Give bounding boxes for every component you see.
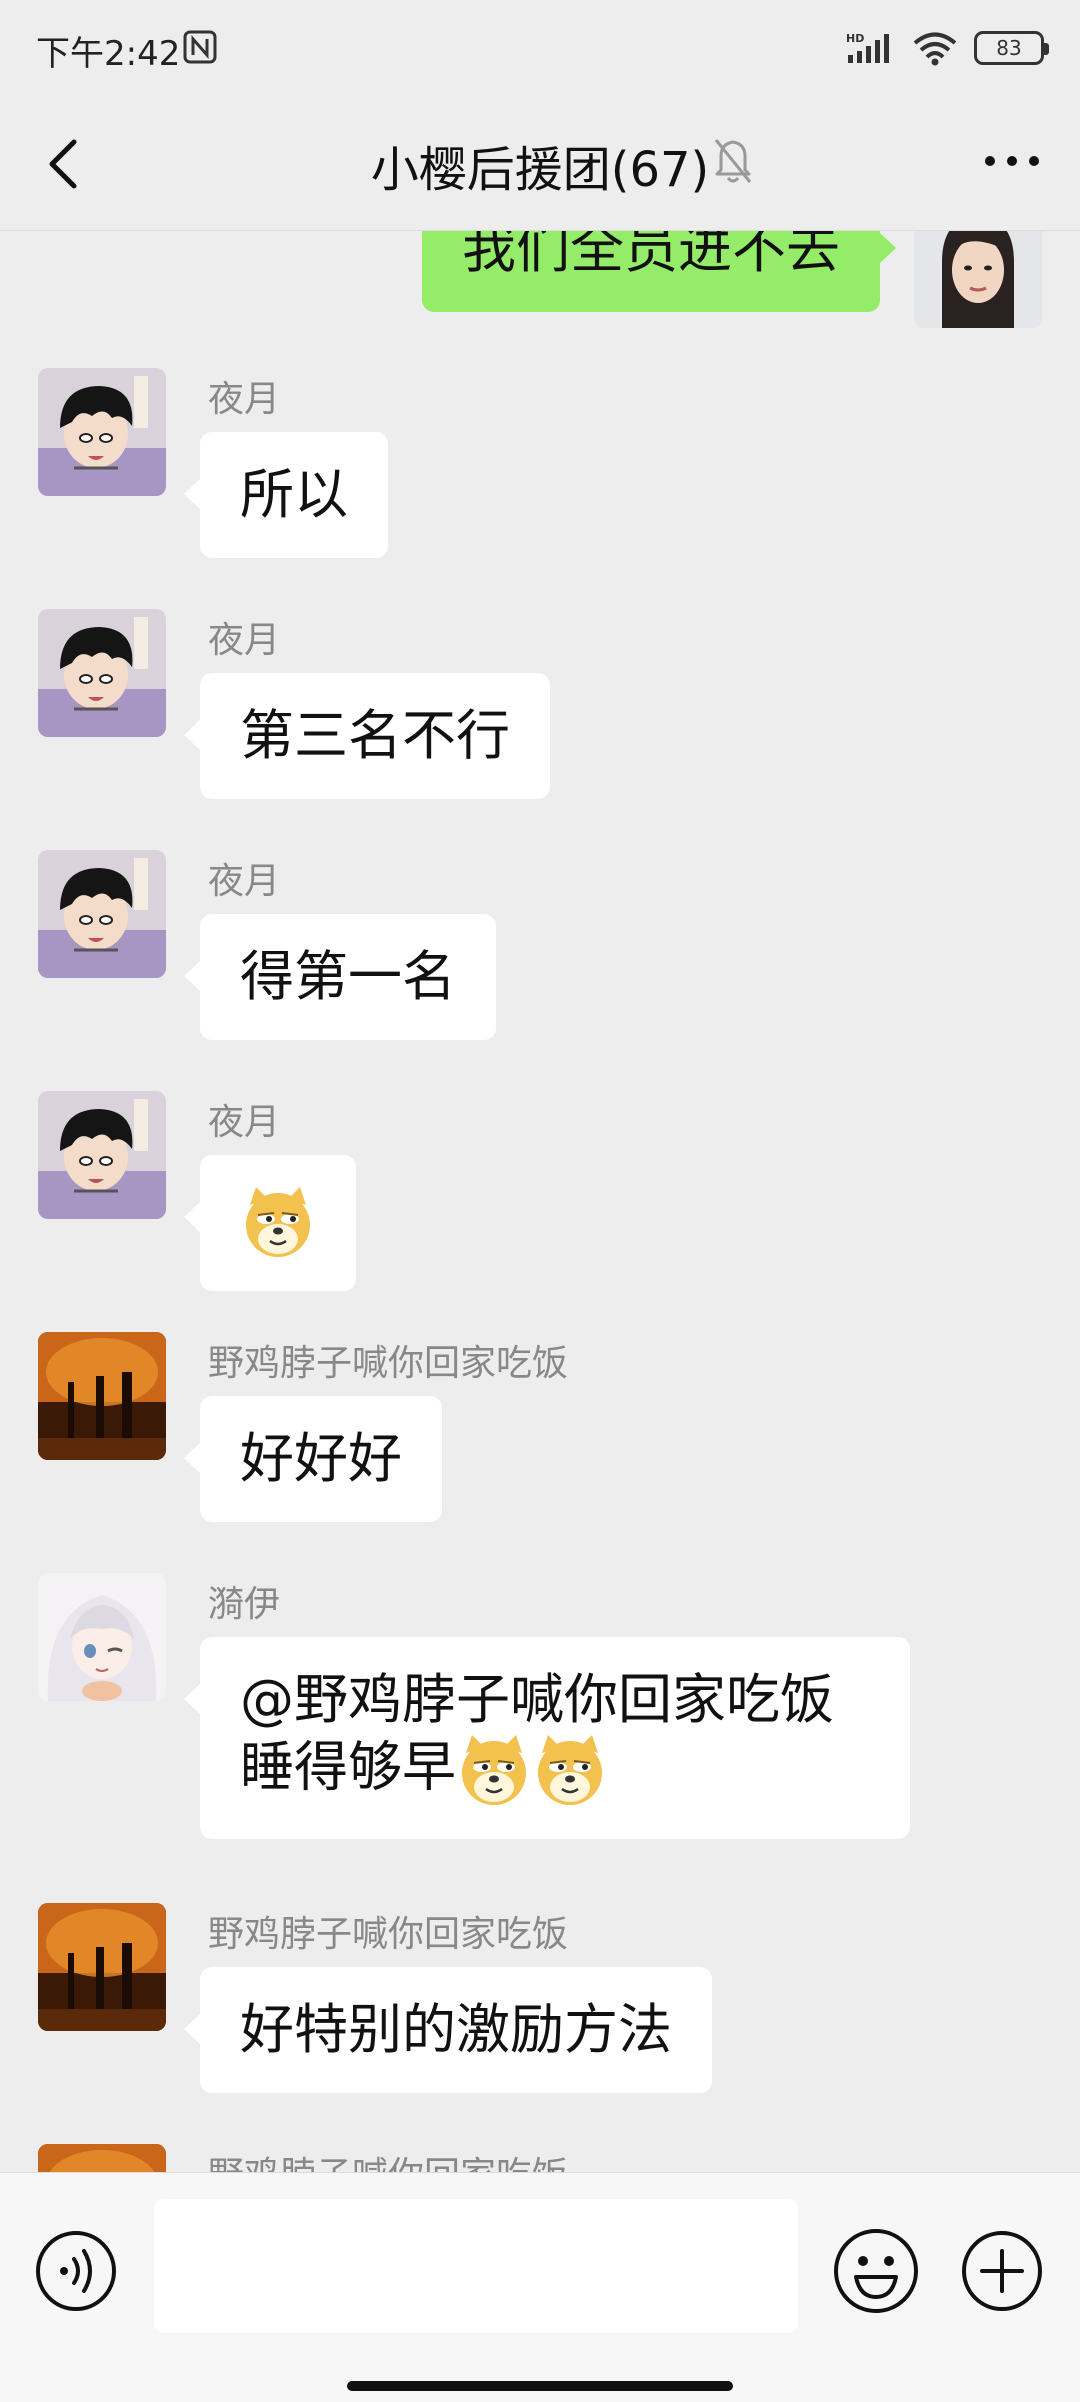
message-text-line: 睡得够早 bbox=[240, 1733, 876, 1809]
message-text: 得第一名 bbox=[240, 945, 456, 1008]
status-icons: HD 83 bbox=[846, 28, 1049, 68]
sender-name: 漪伊 bbox=[208, 1584, 281, 1625]
voice-icon[interactable] bbox=[34, 2229, 118, 2313]
message-bubble[interactable]: 得第一名 bbox=[184, 914, 496, 1040]
doge-emoji-icon bbox=[244, 1185, 312, 1259]
message-bubble[interactable]: 好好好 bbox=[184, 1396, 442, 1522]
message-bubble[interactable]: @野鸡脖子喊你回家吃饭 睡得够早 bbox=[184, 1637, 910, 1839]
message-input[interactable] bbox=[154, 2199, 798, 2333]
battery-level: 83 bbox=[996, 36, 1022, 60]
mute-bell-icon bbox=[714, 139, 752, 183]
message-text-line: @野鸡脖子喊你回家吃饭 bbox=[240, 1668, 834, 1731]
avatar-yejibozi[interactable] bbox=[38, 2144, 166, 2172]
signal-icon: HD bbox=[846, 32, 889, 63]
avatar-yeyue[interactable] bbox=[38, 850, 166, 978]
avatar-yeyue[interactable] bbox=[38, 609, 166, 737]
plus-icon[interactable] bbox=[960, 2229, 1044, 2313]
chat-title: 小樱后援团(67) bbox=[370, 142, 710, 198]
message-text: 好特别的激励方法 bbox=[240, 1998, 672, 2061]
battery-icon: 83 bbox=[974, 31, 1049, 65]
message-text: 我们全员进不去 bbox=[462, 230, 840, 280]
status-time: 下午2:42 bbox=[36, 34, 181, 74]
sender-name: 野鸡脖子喊你回家吃饭 bbox=[208, 1343, 569, 1384]
avatar-yeyue[interactable] bbox=[38, 368, 166, 496]
input-bar bbox=[0, 2172, 1080, 2402]
sender-name: 夜月 bbox=[208, 1102, 281, 1143]
doge-emoji-icon bbox=[460, 1733, 528, 1807]
message-bubble[interactable] bbox=[184, 1155, 356, 1291]
nfc-icon bbox=[183, 30, 217, 64]
home-indicator[interactable] bbox=[347, 2381, 733, 2391]
emoji-icon[interactable] bbox=[832, 2227, 920, 2315]
sender-name: 夜月 bbox=[208, 861, 281, 902]
avatar-yiyi[interactable] bbox=[38, 1573, 166, 1701]
wifi-icon bbox=[913, 32, 957, 66]
message-text: 所以 bbox=[240, 463, 348, 526]
sender-name: 野鸡脖子喊你回家吃饭 bbox=[208, 1914, 569, 1955]
message-bubble-self[interactable]: 我们全员进不去 bbox=[422, 230, 896, 312]
message-text: 好好好 bbox=[240, 1427, 402, 1490]
message-bubble[interactable]: 好特别的激励方法 bbox=[184, 1967, 712, 2093]
message-bubble[interactable]: 所以 bbox=[184, 432, 388, 558]
doge-emoji-icon bbox=[536, 1733, 604, 1807]
message-bubble[interactable]: 第三名不行 bbox=[184, 673, 550, 799]
sender-name: 夜月 bbox=[208, 620, 281, 661]
avatar-yejibozi[interactable] bbox=[38, 1332, 166, 1460]
avatar-self[interactable] bbox=[914, 230, 1042, 328]
status-bar: 下午2:42 HD 83 bbox=[0, 0, 1080, 96]
chat-header: 小樱后援团(67) bbox=[0, 96, 1080, 231]
message-text: 睡得够早 bbox=[240, 1735, 456, 1799]
more-options-icon[interactable] bbox=[972, 126, 1052, 196]
sender-name: 野鸡脖子喊你回家吃饭 bbox=[208, 2146, 568, 2172]
avatar-yeyue[interactable] bbox=[38, 1091, 166, 1219]
avatar-yejibozi[interactable] bbox=[38, 1903, 166, 2031]
sender-name: 夜月 bbox=[208, 379, 281, 420]
message-list[interactable]: 我们全员进不去 夜月 所以 夜月 第三名不行 夜月 得第一名 夜月 野鸡脖子喊你… bbox=[0, 230, 1080, 2172]
message-text: 第三名不行 bbox=[240, 704, 510, 767]
svg-text:HD: HD bbox=[846, 32, 864, 45]
